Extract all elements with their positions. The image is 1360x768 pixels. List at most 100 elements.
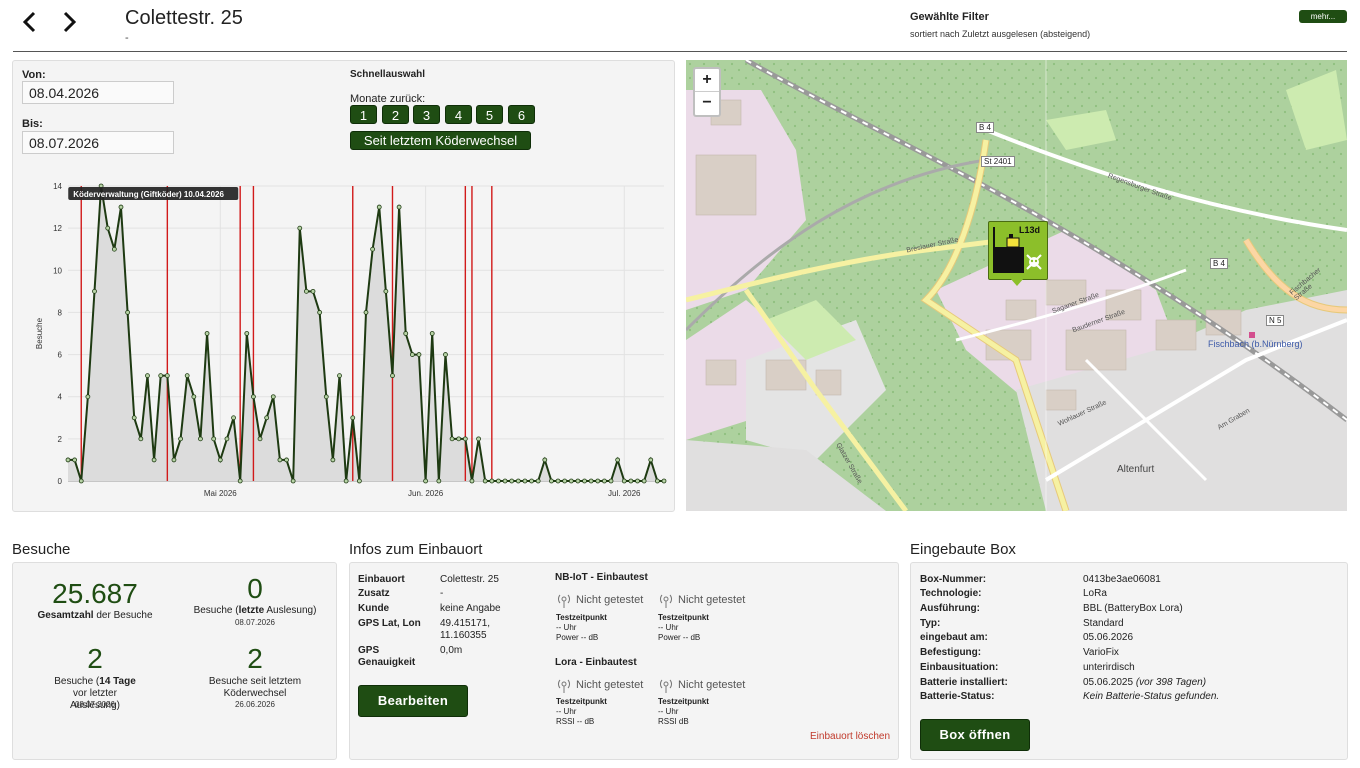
data-point — [131, 415, 137, 421]
data-point — [264, 415, 270, 421]
months-4-button[interactable]: 4 — [445, 105, 472, 124]
box-value-type: Standard — [1083, 618, 1124, 629]
data-point — [628, 478, 634, 484]
data-point — [72, 457, 78, 463]
data-point — [290, 478, 296, 484]
bait-box-marker[interactable]: L13d — [988, 221, 1048, 280]
marker-pointer — [1010, 278, 1024, 286]
chart-tooltip: Köderverwaltung (Giftköder) 10.04.2026 — [68, 187, 239, 200]
data-point — [423, 478, 429, 484]
data-point — [363, 310, 369, 315]
antenna-icon — [660, 594, 672, 608]
x-tick-label: Jun. 2026 — [408, 489, 444, 498]
location-key-accuracy: GPS Genauigkeit — [358, 645, 416, 668]
months-2-button[interactable]: 2 — [382, 105, 409, 124]
location-value-gps: 49.415171, 11.160355 — [440, 618, 491, 641]
tooltip-text: Köderverwaltung (Giftköder) 10.04.2026 — [73, 190, 224, 199]
months-6-button[interactable]: 6 — [508, 105, 535, 124]
lora-rssi-1: RSSI -- dB — [556, 717, 595, 726]
data-point — [383, 288, 389, 294]
last-read-date: 08.07.2026 — [234, 618, 276, 627]
data-point — [641, 478, 647, 484]
x-tick-label: Jul. 2026 — [608, 489, 641, 498]
quick-select-title: Schnellauswahl — [350, 69, 426, 80]
data-point — [92, 288, 97, 294]
location-section-title: Infos zum Einbauort — [349, 541, 483, 558]
page-title: Colettestr. 25 — [125, 7, 243, 29]
data-point — [535, 478, 541, 484]
months-1-button[interactable]: 1 — [350, 105, 377, 124]
open-box-button[interactable]: Box öffnen — [920, 719, 1030, 751]
last-read-visits-label: Besuche (letzte Auslesung) — [193, 605, 317, 616]
data-point — [171, 457, 177, 463]
location-value-extra: - — [440, 588, 444, 599]
data-point — [654, 478, 660, 484]
data-point — [529, 478, 534, 484]
data-point — [443, 352, 448, 357]
data-point — [502, 478, 508, 484]
location-key-extra: Zusatz — [358, 588, 390, 599]
box-key-mounting: Befestigung: — [920, 647, 982, 658]
data-point — [184, 373, 190, 379]
delete-location-link[interactable]: Einbauort löschen — [810, 731, 890, 742]
data-point — [562, 478, 568, 484]
data-point — [231, 415, 236, 421]
lora-time-1: -- Uhr — [556, 707, 577, 716]
data-point — [178, 436, 183, 442]
lora-time-label-1: Testzeitpunkt — [556, 697, 607, 706]
data-point — [145, 373, 150, 379]
total-visits-value: 25.687 — [52, 578, 138, 609]
back-arrow-icon[interactable] — [18, 10, 42, 34]
lora-time-2: -- Uhr — [658, 707, 679, 716]
data-point — [85, 394, 91, 400]
nbiot-time-label-1: Testzeitpunkt — [556, 613, 607, 622]
place-label-altenfurt: Altenfurt — [1117, 464, 1155, 475]
to-date-input[interactable] — [22, 131, 174, 154]
data-point — [317, 310, 323, 315]
more-filters-button[interactable]: mehr... — [1299, 10, 1347, 23]
zoom-in-button[interactable]: + — [695, 69, 719, 92]
y-tick-label: 4 — [58, 393, 63, 402]
lora-test-title: Lora - Einbautest — [555, 657, 637, 668]
y-tick-label: 14 — [53, 182, 62, 191]
box-value-battery-status: Kein Batterie-Status gefunden. — [1083, 691, 1220, 702]
data-point — [151, 457, 157, 463]
from-date-input[interactable] — [22, 81, 174, 104]
data-point — [608, 478, 614, 484]
data-point — [436, 478, 442, 484]
since-change-visits-label: Besuche seit letztem Köderwechsel — [208, 676, 302, 699]
data-point — [602, 478, 607, 484]
nbiot-status-2: Nicht getestet — [678, 594, 746, 606]
data-point — [211, 436, 217, 442]
data-point — [469, 478, 475, 484]
months-5-button[interactable]: 5 — [476, 105, 503, 124]
nbiot-status-1: Nicht getestet — [576, 594, 644, 606]
box-key-type: Typ: — [920, 618, 941, 629]
data-point — [595, 478, 601, 484]
data-point — [224, 436, 230, 442]
data-point — [237, 478, 243, 484]
box-value-situation: unterirdisch — [1083, 662, 1135, 673]
box-section-title: Eingebaute Box — [910, 541, 1016, 558]
visits-section-title: Besuche — [12, 541, 71, 558]
data-point — [370, 246, 376, 252]
zoom-out-button[interactable]: − — [695, 92, 719, 114]
data-point — [396, 204, 402, 210]
y-tick-label: 8 — [58, 308, 63, 317]
months-3-button[interactable]: 3 — [413, 105, 440, 124]
data-point — [198, 436, 203, 442]
antenna-icon — [558, 679, 570, 693]
edit-location-button[interactable]: Bearbeiten — [358, 685, 468, 717]
days14-date: 08.07.2026 — [74, 700, 116, 709]
data-point — [496, 478, 501, 484]
since-bait-change-button[interactable]: Seit letztem Köderwechsel — [350, 131, 531, 150]
filter-title: Gewählte Filter — [910, 11, 989, 23]
y-tick-label: 6 — [58, 351, 63, 360]
lora-time-label-2: Testzeitpunkt — [658, 697, 709, 706]
box-key-number: Box-Nummer: — [920, 574, 987, 585]
location-key-customer: Kunde — [358, 603, 390, 614]
antenna-icon — [660, 679, 672, 693]
location-map[interactable]: B 4 St 2401 B 4 N 5 Regensburger Straße … — [686, 60, 1347, 511]
forward-arrow-icon[interactable] — [57, 10, 81, 34]
data-point — [489, 478, 495, 484]
